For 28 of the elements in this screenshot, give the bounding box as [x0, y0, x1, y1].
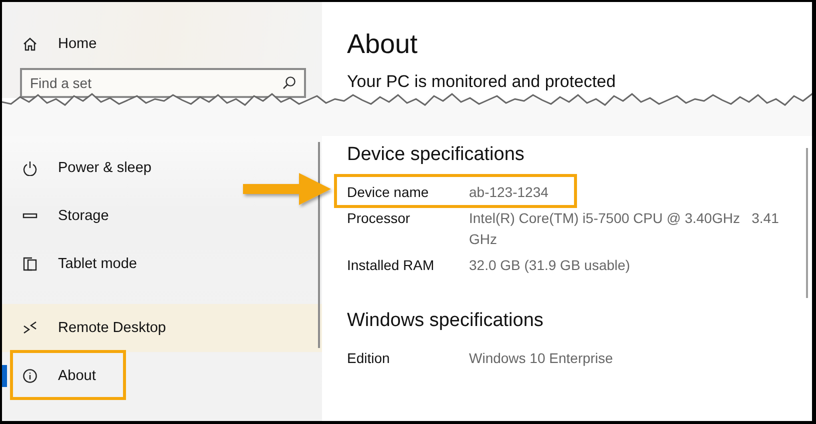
scrollbar[interactable] — [318, 142, 320, 348]
nav-item[interactable]: Remote Desktop — [2, 304, 322, 352]
remote-desktop-icon — [22, 320, 38, 336]
home-icon — [22, 36, 38, 52]
tablet-icon — [22, 256, 38, 272]
page-title: About — [347, 28, 419, 60]
spec-label: Installed RAM — [347, 256, 436, 275]
nav-item[interactable]: Tablet mode — [2, 240, 322, 288]
spec-label: Processor — [347, 209, 412, 228]
spec-value: Intel(R) Core(TM) i5-7500 CPU @ 3.40GHz 3.41 GHz — [469, 209, 780, 249]
nav-item[interactable]: Home — [2, 28, 322, 60]
nav-item[interactable]: Power & sleep — [2, 144, 322, 192]
search-field[interactable]: Find a set — [20, 68, 306, 98]
section-heading: Device specifications — [347, 144, 526, 166]
power-icon — [22, 160, 38, 176]
nav-item[interactable]: Storage — [2, 192, 322, 240]
spec-value: Windows 10 Enterprise — [469, 349, 614, 368]
section-heading: Windows specifications — [347, 310, 544, 332]
status-text: Your PC is monitored and protected — [347, 72, 617, 92]
spec-value: ab-123-1234 — [469, 183, 550, 202]
selection-bar — [2, 365, 7, 387]
spec-value: 32.0 GB (31.9 GB usable) — [469, 256, 632, 275]
spec-label: Device name — [347, 183, 430, 202]
nav-item[interactable]: About — [2, 352, 322, 400]
search-icon — [282, 76, 296, 90]
spec-label: Edition — [347, 349, 391, 368]
info-icon — [22, 368, 38, 384]
scrollbar[interactable] — [806, 148, 808, 298]
